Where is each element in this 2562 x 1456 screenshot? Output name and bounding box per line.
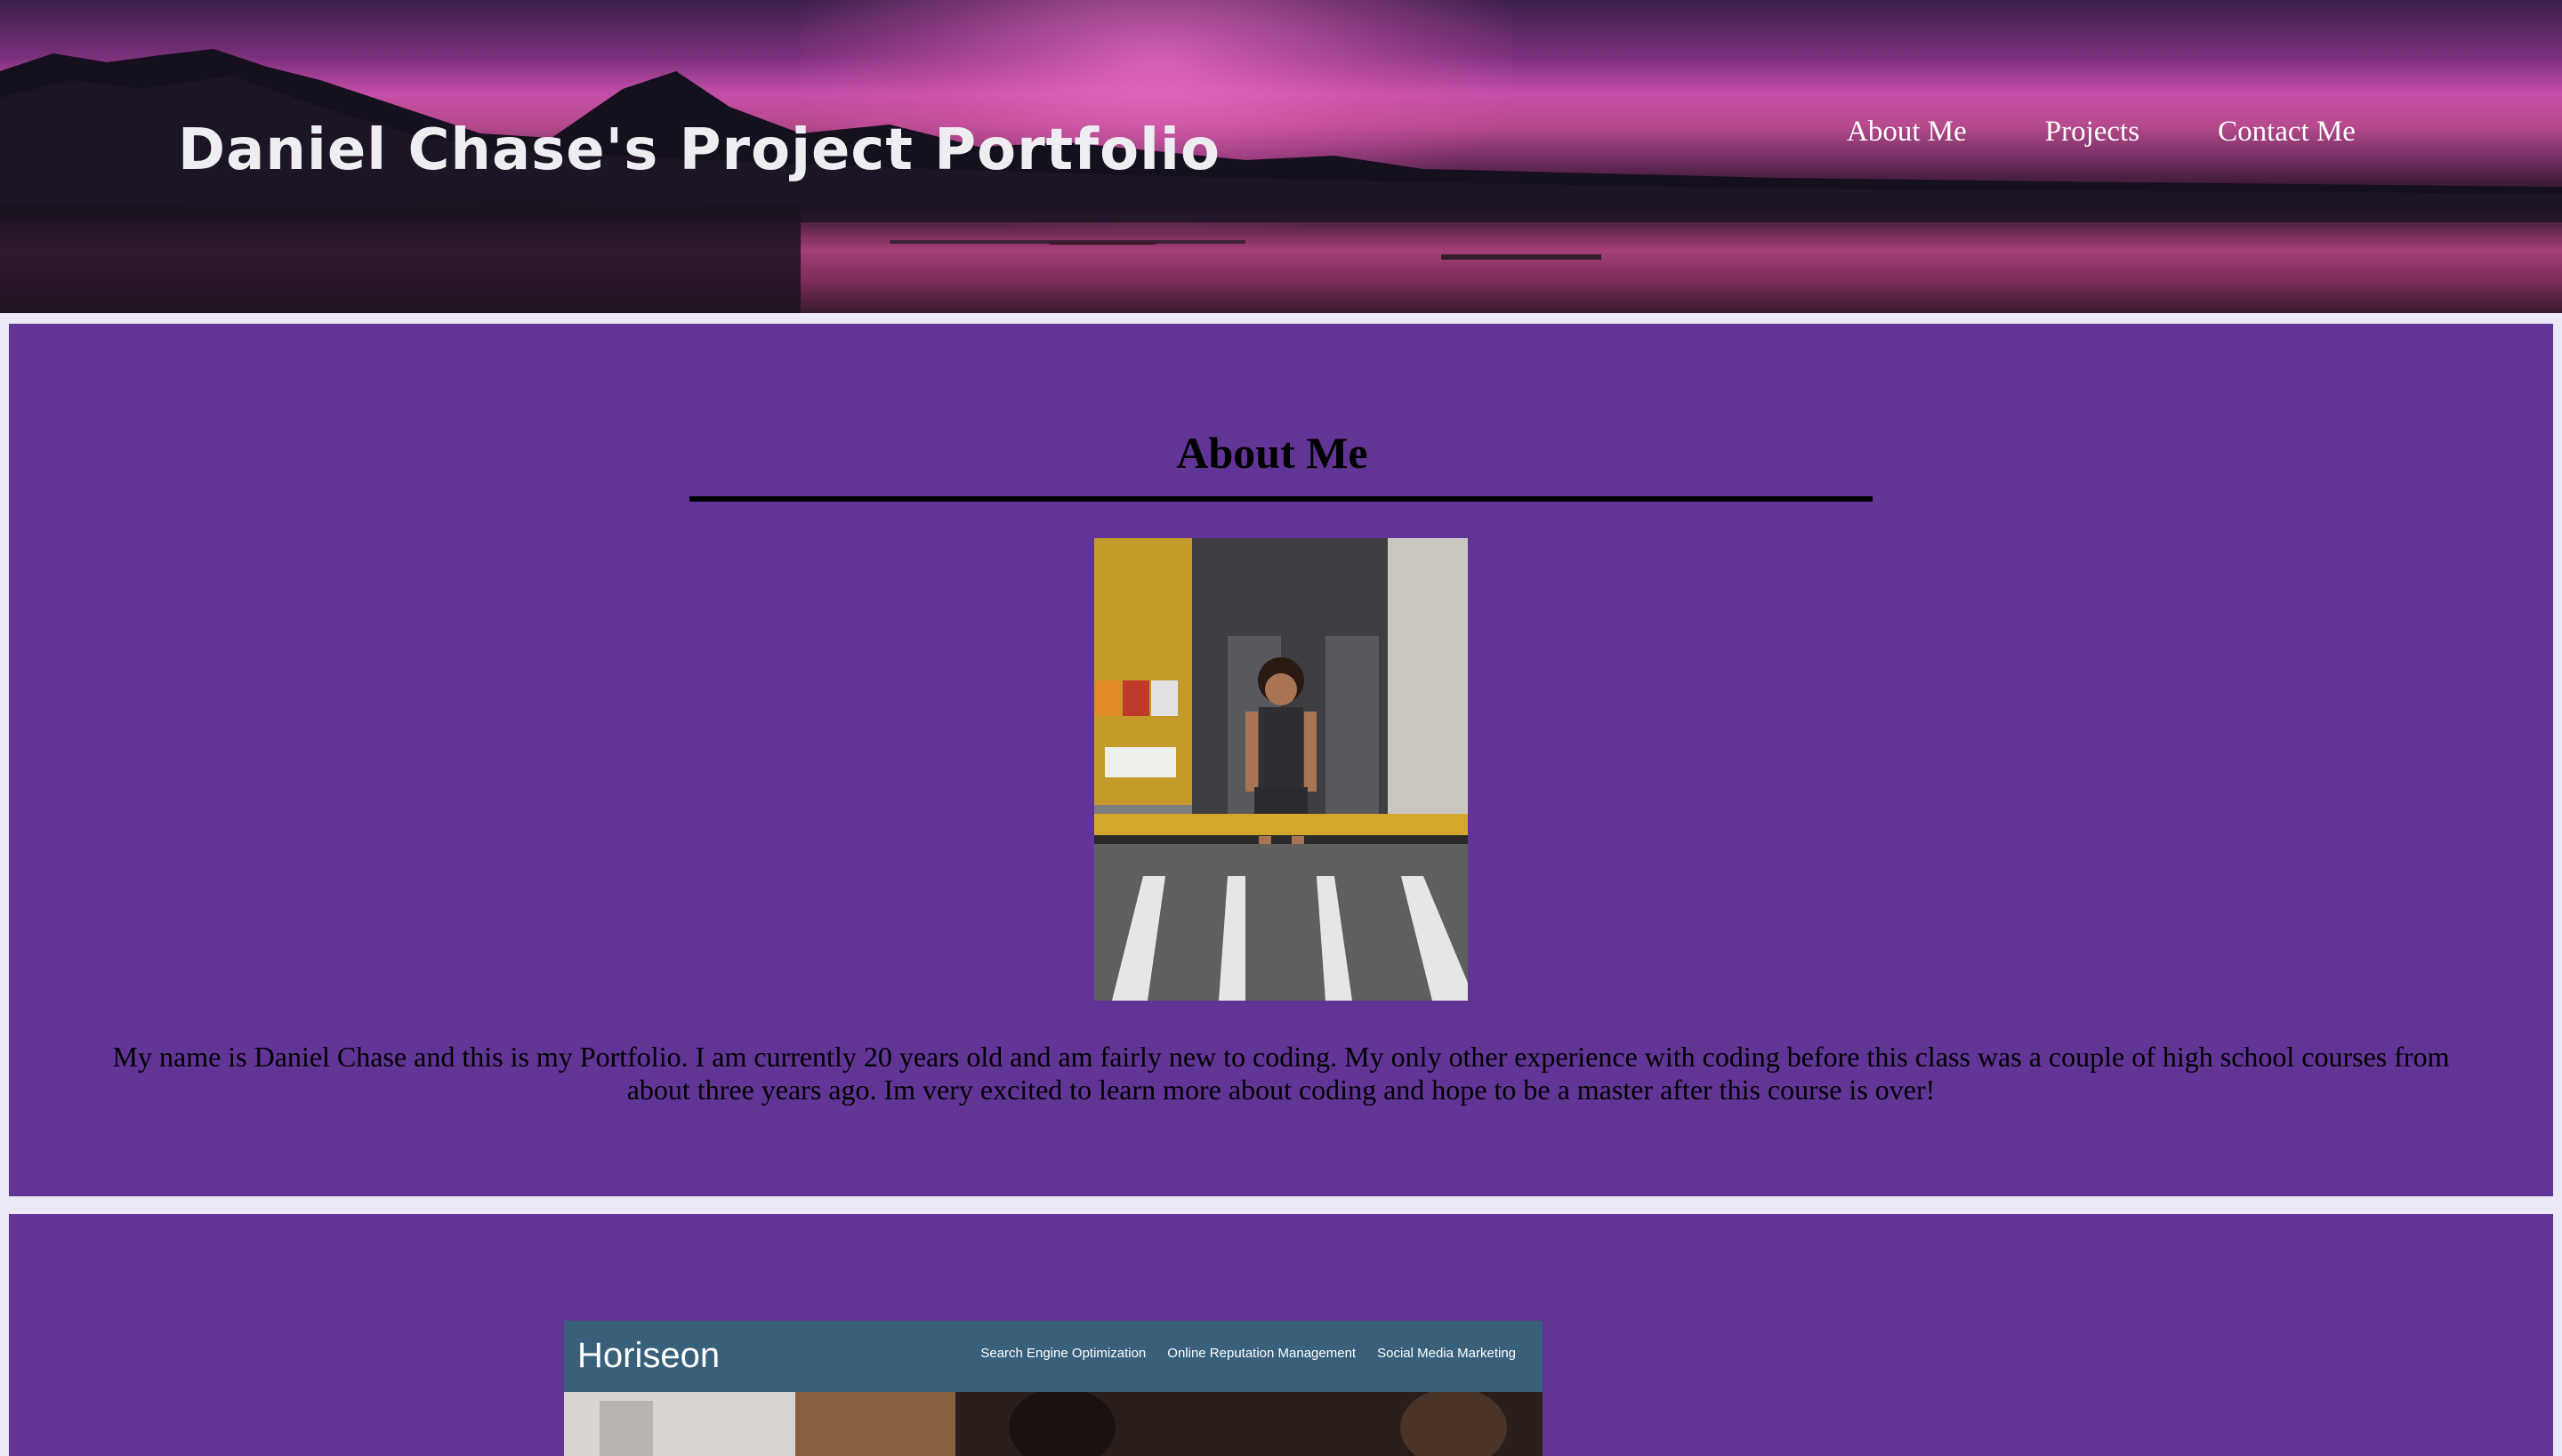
- project-nav-item: Online Reputation Management: [1167, 1346, 1357, 1361]
- nav-link-contact-me[interactable]: Contact Me: [2218, 116, 2356, 149]
- site-title: Daniel Chase's Project Portfolio: [178, 117, 1221, 183]
- about-divider: [689, 496, 1873, 502]
- project-logo: Horiseon: [577, 1336, 721, 1375]
- about-heading: About Me: [1176, 428, 1368, 478]
- project-screenshot-header: Horiseon Search Engine Optimization Onli…: [564, 1321, 1543, 1392]
- nav-link-projects[interactable]: Projects: [2045, 116, 2139, 149]
- nav-link-about-me[interactable]: About Me: [1847, 116, 1967, 149]
- site-header: Daniel Chase's Project Portfolio About M…: [0, 0, 2562, 313]
- main-nav: About Me Projects Contact Me: [1847, 116, 2356, 149]
- project-nav-item: Search Engine Optimization: [980, 1346, 1147, 1361]
- project-nav-item: Social Media Marketing: [1377, 1346, 1516, 1361]
- about-photo: [1094, 538, 1468, 1001]
- about-text: My name is Daniel Chase and this is my P…: [112, 1041, 2450, 1106]
- project-hero-image: [564, 1392, 1543, 1456]
- project-screenshot-nav: Search Engine Optimization Online Reputa…: [959, 1346, 1516, 1361]
- project-screenshot-horiseon[interactable]: Horiseon Search Engine Optimization Onli…: [564, 1321, 1543, 1456]
